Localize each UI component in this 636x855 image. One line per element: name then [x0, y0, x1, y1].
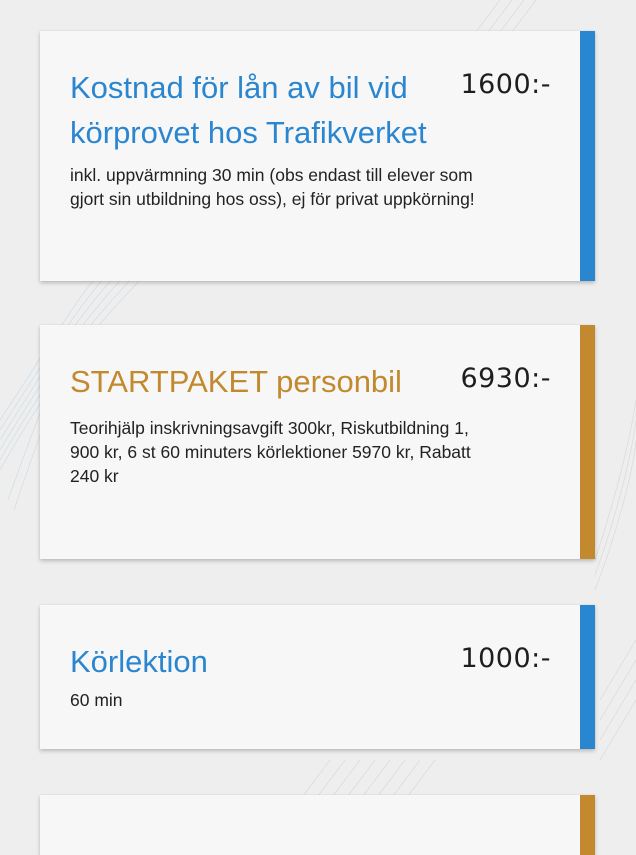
card-accent-bar [580, 795, 595, 855]
card-title: Kostnad för lån av bil vid körprovet hos… [70, 70, 427, 150]
price-card-car-loan: 1600:- Kostnad för lån av bil vid körpro… [40, 31, 595, 281]
card-title: Körlektion [70, 644, 208, 679]
price-label: 1600:- [460, 69, 551, 100]
price-card-startpaket: 6930:- STARTPAKET personbil Teorihjälp i… [40, 325, 595, 559]
card-description: inkl. uppvärmning 30 min (obs endast til… [70, 165, 475, 209]
card-accent-bar [580, 605, 595, 749]
price-card-partial [40, 795, 595, 855]
card-title: STARTPAKET personbil [70, 364, 402, 399]
card-accent-bar [580, 325, 595, 559]
card-description: 60 min [70, 690, 123, 710]
card-accent-bar [580, 31, 595, 281]
price-card-korlektion: 1000:- Körlektion 60 min [40, 605, 595, 749]
card-description: Teorihjälp inskrivningsavgift 300kr, Ris… [70, 418, 471, 486]
price-label: 1000:- [460, 643, 551, 674]
price-label: 6930:- [460, 363, 551, 394]
